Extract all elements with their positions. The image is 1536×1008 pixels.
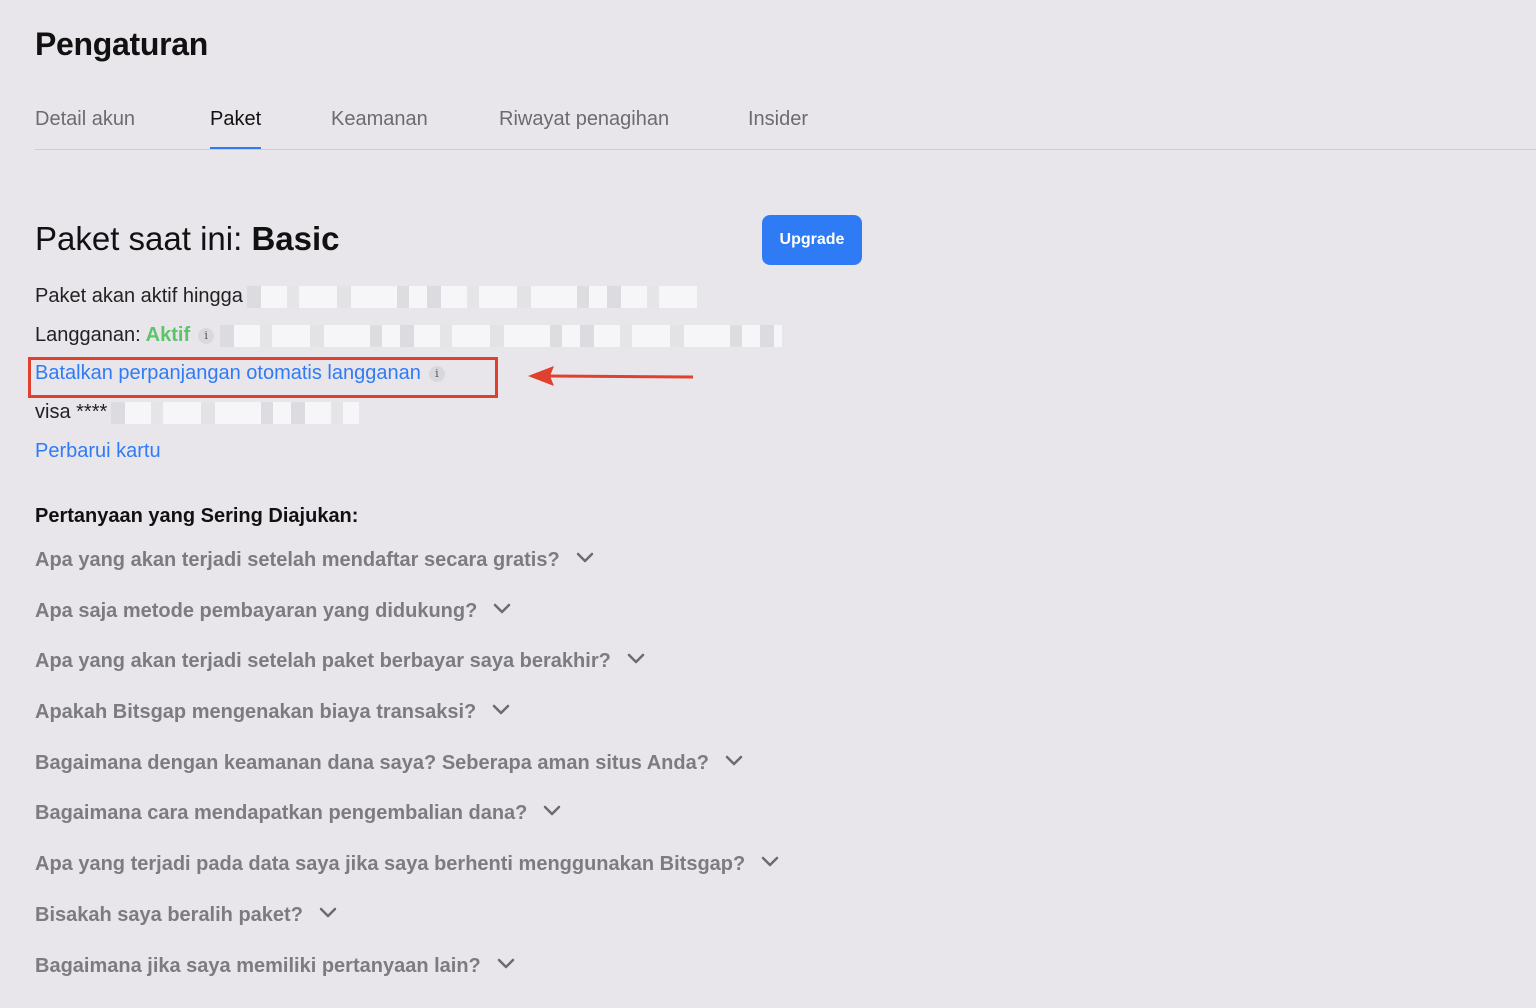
tab-insider[interactable]: Insider [748,108,808,147]
chevron-down-icon [494,603,511,613]
tab-bar: Detail akun Paket Keamanan Riwayat penag… [35,98,1536,150]
current-plan-name: Basic [251,220,340,257]
active-until-label: Paket akan aktif hingga [35,285,243,307]
faq-item[interactable]: Bisakah saya beralih paket? [35,901,779,952]
redacted-card-number [111,401,360,424]
faq-question: Apakah Bitsgap mengenakan biaya transaks… [35,701,477,724]
tab-account-details[interactable]: Detail akun [35,108,135,147]
chevron-down-icon [319,907,337,918]
current-plan-prefix: Paket saat ini: [35,220,243,257]
subscription-label: Langganan: [35,324,141,346]
chevron-down-icon [761,856,779,867]
info-icon[interactable]: i [428,365,445,382]
update-card-link[interactable]: Perbarui kartu [35,440,161,463]
faq-question: Bisakah saya beralih paket? [35,903,303,926]
faq-list: Apa yang akan terjadi setelah mendaftar … [35,546,779,1002]
tab-plan[interactable]: Paket [210,108,262,149]
faq-question: Apa yang terjadi pada data saya jika say… [35,853,746,876]
subscription-status: Aktif [145,324,191,346]
faq-question: Bagaimana cara mendapatkan pengembalian … [35,802,528,825]
cancel-auto-renew-row: Batalkan perpanjangan otomatis langganan… [35,362,445,385]
chevron-down-icon [576,552,593,563]
info-icon[interactable]: i [198,327,215,344]
active-until-row: Paket akan aktif hingga [35,285,697,308]
faq-question: Apa yang akan terjadi setelah paket berb… [35,650,611,673]
faq-item[interactable]: Apa yang akan terjadi setelah paket berb… [35,647,779,698]
redacted-date [246,285,697,308]
faq-item[interactable]: Bagaimana jika saya memiliki pertanyaan … [35,952,779,1003]
faq-item[interactable]: Apa saja metode pembayaran yang didukung… [35,597,779,648]
upgrade-button[interactable]: Upgrade [762,215,862,265]
faq-question: Bagaimana jika saya memiliki pertanyaan … [35,954,481,977]
faq-item[interactable]: Bagaimana cara mendapatkan pengembalian … [35,799,779,850]
faq-question: Apa yang akan terjadi setelah mendaftar … [35,549,560,571]
current-plan-heading: Paket saat ini: Basic [35,220,340,258]
chevron-down-icon [544,806,561,816]
faq-item[interactable]: Apa yang akan terjadi setelah mendaftar … [35,546,779,597]
chevron-down-icon [627,654,645,664]
subscription-row: Langganan: Aktif i [35,324,783,347]
tab-security[interactable]: Keamanan [331,108,428,147]
faq-item[interactable]: Apa yang terjadi pada data saya jika say… [35,850,779,901]
faq-item[interactable]: Apakah Bitsgap mengenakan biaya transaks… [35,698,779,749]
faq-item[interactable]: Bagaimana dengan keamanan dana saya? Seb… [35,749,779,800]
cancel-auto-renew-link[interactable]: Batalkan perpanjangan otomatis langganan [35,362,421,385]
chevron-down-icon [725,755,743,765]
faq-question: Bagaimana dengan keamanan dana saya? Seb… [35,751,709,774]
arrow-left-icon [528,366,694,386]
tab-billing-history[interactable]: Riwayat penagihan [499,108,669,147]
card-row: visa **** [35,401,360,424]
page-title: Pengaturan [35,26,209,62]
redacted-subscription-info [220,324,783,347]
chevron-down-icon [497,958,515,968]
faq-question: Apa saja metode pembayaran yang didukung… [35,599,478,622]
faq-title: Pertanyaan yang Sering Diajukan: [35,505,359,527]
card-label: visa **** [35,401,108,423]
update-card-row: Perbarui kartu [35,440,161,463]
chevron-down-icon [493,704,510,715]
